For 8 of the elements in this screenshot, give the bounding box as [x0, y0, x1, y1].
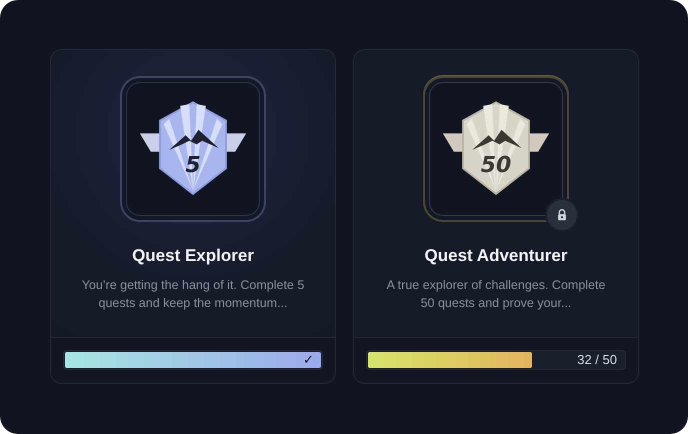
progress-label: ✓: [303, 352, 314, 368]
achievement-title: Quest Adventurer: [424, 246, 568, 266]
badge-number: 50: [480, 152, 512, 178]
achievement-title: Quest Explorer: [132, 246, 254, 266]
badge-number: 5: [185, 152, 201, 178]
progress-label: 32 / 50: [577, 352, 617, 368]
achievement-description: You’re getting the hang of it. Complete 5 quests and keep the momentum...: [80, 277, 306, 312]
achievement-description: A true explorer of challenges. Complete 50 quests and prove your...: [386, 277, 606, 312]
